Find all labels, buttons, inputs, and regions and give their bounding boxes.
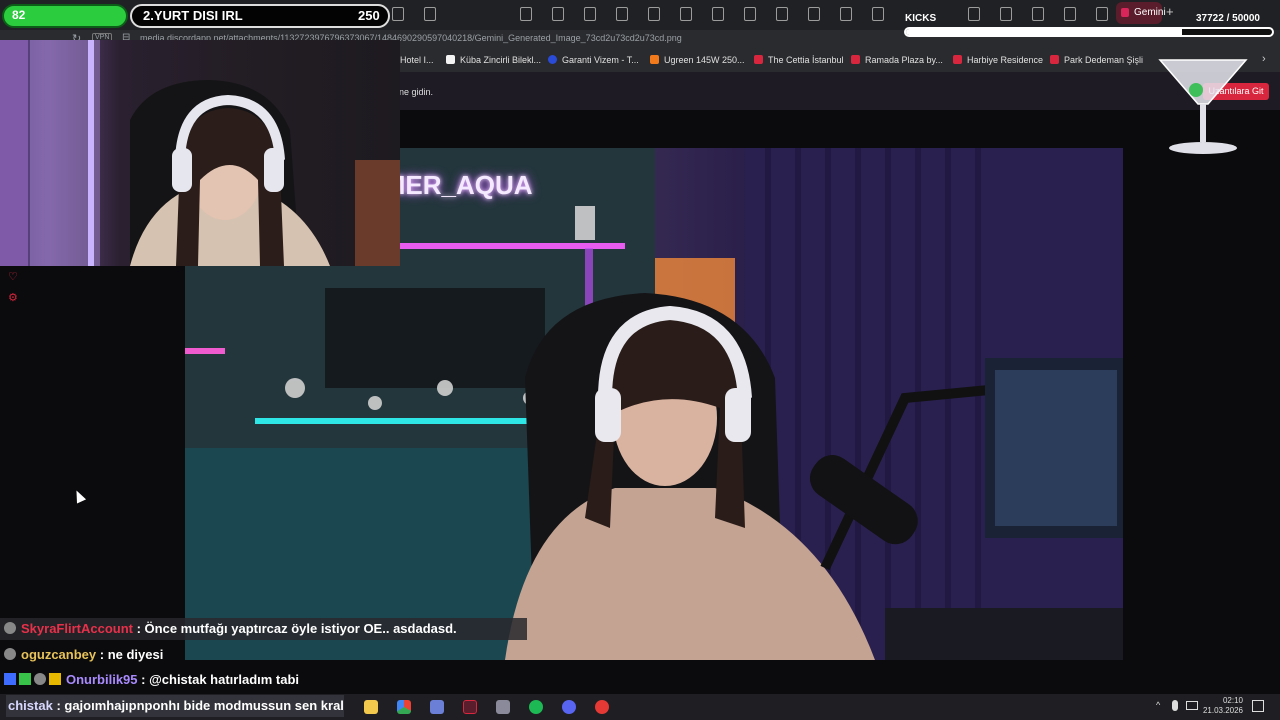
tab-icon[interactable] — [872, 7, 884, 21]
tab-icon[interactable] — [1032, 7, 1044, 21]
chrome-icon[interactable] — [397, 700, 411, 714]
tab-icon[interactable] — [1064, 7, 1076, 21]
chat-username[interactable]: chistak — [8, 698, 53, 713]
bookmark-label: Park Dedeman Şişli — [1064, 55, 1144, 65]
bookmark-label: Ramada Plaza by... — [865, 55, 943, 65]
network-icon[interactable] — [1186, 701, 1198, 710]
kicks-label: KICKS — [905, 13, 937, 24]
wolf-badge-icon — [4, 622, 16, 634]
app-icon[interactable] — [595, 700, 609, 714]
info-bar-text: ne gidin. — [399, 87, 434, 97]
kicks-count: 37722 / 50000 — [1196, 13, 1260, 24]
tab-icon[interactable] — [808, 7, 820, 21]
bookmark-label: Ugreen 145W 250... — [664, 55, 745, 65]
microphone-icon[interactable] — [1172, 700, 1178, 711]
bookmark-item[interactable]: Ugreen 145W 250... — [650, 55, 745, 65]
tab-icon[interactable] — [648, 7, 660, 21]
chat-text: : gajoımhajıpnponhı bide modmussun sen k… — [56, 698, 344, 713]
tab-icon[interactable] — [616, 7, 628, 21]
bookmark-item[interactable]: The Cettia İstanbul — [754, 55, 844, 65]
tab-icon[interactable] — [1000, 7, 1012, 21]
notification-icon[interactable] — [1252, 700, 1264, 712]
bookmark-favicon-icon — [650, 55, 659, 64]
bookmark-favicon-icon — [953, 55, 962, 64]
webcam-scene-graphic — [0, 40, 400, 266]
heart-icon[interactable]: ♡ — [8, 272, 19, 283]
tab-icon[interactable] — [1096, 7, 1108, 21]
stream-title-number: 250 — [358, 8, 380, 23]
clock-time: 02:10 — [1222, 696, 1243, 705]
chat-message: SkyraFlirtAccount : Önce mutfağı yaptırc… — [4, 618, 457, 640]
new-tab-button[interactable]: + — [1166, 4, 1174, 19]
kicks-progress-fill — [906, 29, 1182, 35]
tab-icon[interactable] — [776, 7, 788, 21]
tab-icon[interactable] — [584, 7, 596, 21]
bookmarks-overflow-icon[interactable]: › — [1262, 53, 1266, 65]
chat-text: : ne diyesi — [99, 647, 164, 662]
badge-icon — [19, 673, 31, 685]
kicks-progress-bar — [904, 27, 1274, 37]
chat-username[interactable]: Onurbilik95 — [66, 672, 138, 687]
taskbar-clock[interactable]: 02:10 21.03.2026 — [1199, 696, 1243, 716]
bookmark-favicon-icon — [548, 55, 557, 64]
chat-message: chistak : gajoımhajıpnponhı bide modmuss… — [6, 695, 344, 717]
bookmark-label: The Cettia İstanbul — [768, 55, 844, 65]
bookmark-label: Küba Zincirli Bilekl... — [460, 55, 542, 65]
bookmark-item[interactable]: Garanti Vizem - T... — [548, 55, 639, 65]
stream-title: 2.YURT DISI IRL — [143, 8, 243, 23]
chat-text: : Önce mutfağı yaptırcaz öyle istiyor OE… — [136, 621, 457, 636]
app-icon[interactable] — [496, 700, 510, 714]
tab-icon[interactable] — [392, 7, 404, 21]
file-explorer-icon[interactable] — [364, 700, 378, 714]
bookmark-item[interactable]: Ramada Plaza by... — [851, 55, 943, 65]
tab-icon[interactable] — [424, 7, 436, 21]
bookmark-label: Harbiye Residence — [967, 55, 1044, 65]
bookmark-item[interactable]: Hotel I... — [400, 55, 434, 65]
app-icon[interactable] — [430, 700, 444, 714]
tab-icon[interactable] — [712, 7, 724, 21]
tab-icon[interactable] — [552, 7, 564, 21]
hp-value: 82 — [12, 8, 26, 22]
chat-username[interactable]: oguzcanbey — [21, 647, 96, 662]
bookmark-item[interactable]: Küba Zincirli Bilekl... — [446, 55, 541, 65]
tab-icon[interactable] — [968, 7, 980, 21]
bookmark-item[interactable]: Harbiye Residence — [953, 55, 1043, 65]
bookmark-item[interactable]: Park Dedeman Şişli — [1050, 55, 1143, 65]
bookmark-label: Garanti Vizem - T... — [562, 55, 639, 65]
badge-icon — [4, 673, 16, 685]
badge-icon — [49, 673, 61, 685]
chat-username[interactable]: SkyraFlirtAccount — [21, 621, 133, 636]
tab-icon[interactable] — [680, 7, 692, 21]
bookmark-favicon-icon — [754, 55, 763, 64]
tab-icon[interactable] — [744, 7, 756, 21]
clock-date: 21.03.2026 — [1202, 706, 1243, 715]
chat-text: : @chistak hatırladım tabi — [141, 672, 300, 687]
tab-icon[interactable] — [520, 7, 532, 21]
discord-icon[interactable] — [562, 700, 576, 714]
webcam-overlay — [0, 40, 400, 266]
spotify-icon[interactable] — [529, 700, 543, 714]
wolf-badge-icon — [34, 673, 46, 685]
tray-chevron-icon[interactable]: ^ — [1156, 700, 1160, 710]
chat-message: oguzcanbey : ne diyesi — [4, 644, 163, 666]
bookmark-favicon-icon — [446, 55, 455, 64]
tab-gemini[interactable]: Gemini — [1116, 2, 1166, 24]
bookmark-favicon-icon — [1050, 55, 1059, 64]
bookmark-label: Hotel I... — [400, 55, 434, 65]
gear-icon[interactable]: ⚙ — [8, 293, 19, 304]
cocktail-glass-icon — [1158, 59, 1248, 154]
wolf-badge-icon — [4, 648, 16, 660]
bookmark-favicon-icon — [851, 55, 860, 64]
obs-icon[interactable] — [463, 700, 477, 714]
tab-icon[interactable] — [840, 7, 852, 21]
chat-message: Onurbilik95 : @chistak hatırladım tabi — [4, 669, 299, 691]
